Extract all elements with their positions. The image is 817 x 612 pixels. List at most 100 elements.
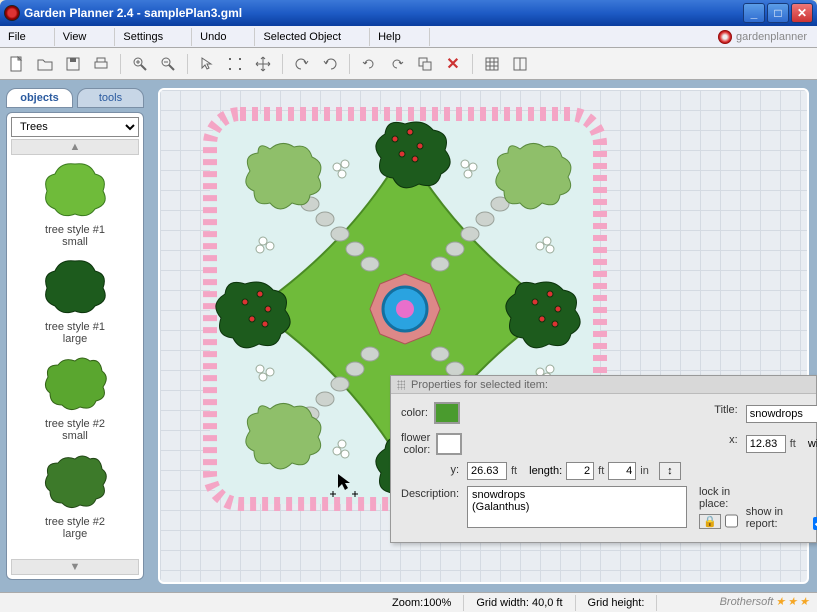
description-label: Description:	[401, 486, 459, 530]
palette-scroll-up[interactable]: ▲	[11, 139, 139, 155]
title-field[interactable]	[746, 405, 817, 423]
print-icon[interactable]	[90, 53, 112, 75]
x-label: x:	[467, 432, 738, 456]
properties-body: Title: color: flower color: x: ft width:…	[391, 394, 816, 538]
toolbar: ✕	[0, 48, 817, 80]
category-select[interactable]: Trees	[11, 117, 139, 137]
item-label: tree style #2 large	[11, 516, 139, 540]
item-label: tree style #1 large	[11, 321, 139, 345]
color-swatch[interactable]	[434, 402, 460, 424]
delete-icon[interactable]: ✕	[442, 53, 464, 75]
app-icon	[4, 5, 20, 21]
width-label: width:	[808, 438, 817, 450]
lock-label: lock in place:	[699, 486, 738, 510]
star-icon: ★	[787, 595, 797, 608]
y-unit: ft	[511, 465, 517, 477]
lock-icon[interactable]: 🔒	[699, 514, 721, 529]
list-item[interactable]: tree style #2 large	[11, 447, 139, 544]
menu-help[interactable]: Help	[370, 28, 430, 46]
flower-color-swatch[interactable]	[436, 433, 462, 455]
menu-view[interactable]: View	[55, 28, 116, 46]
length-ft-field[interactable]	[566, 462, 594, 480]
palette-tabs: objects tools	[6, 88, 144, 108]
list-item[interactable]: tree style #1 large	[11, 252, 139, 349]
length-in-field[interactable]	[608, 462, 636, 480]
menu-undo[interactable]: Undo	[192, 28, 255, 46]
title-bar: Garden Planner 2.4 - samplePlan3.gml _ □…	[0, 0, 817, 26]
select-icon[interactable]	[224, 53, 246, 75]
close-button[interactable]: ✕	[791, 3, 813, 23]
menu-file[interactable]: File	[0, 28, 55, 46]
x-field[interactable]	[746, 435, 786, 453]
item-label: tree style #1 small	[11, 224, 139, 248]
length-label: length:	[529, 465, 562, 477]
toolbar-separator	[282, 54, 283, 74]
y-field[interactable]	[467, 462, 507, 480]
tree-icon	[40, 353, 110, 413]
item-label: tree style #2 small	[11, 418, 139, 442]
palette-items: tree style #1 small tree style #1 large …	[11, 155, 139, 559]
tab-tools[interactable]: tools	[77, 88, 144, 108]
undo-icon[interactable]	[291, 53, 313, 75]
tree-icon	[40, 451, 110, 511]
save-icon[interactable]	[62, 53, 84, 75]
pointer-icon[interactable]	[196, 53, 218, 75]
minimize-button[interactable]: _	[743, 3, 765, 23]
tab-objects[interactable]: objects	[6, 88, 73, 108]
window-title: Garden Planner 2.4 - samplePlan3.gml	[24, 6, 743, 20]
menu-selected-object[interactable]: Selected Object	[255, 28, 370, 46]
grid-settings-icon[interactable]	[509, 53, 531, 75]
star-icon: ★	[775, 595, 785, 608]
brand-label: gardenplanner	[718, 30, 817, 44]
new-file-icon[interactable]	[6, 53, 28, 75]
grid-icon[interactable]	[481, 53, 503, 75]
lock-checkbox[interactable]	[725, 512, 738, 530]
maximize-button[interactable]: □	[767, 3, 789, 23]
y-label: y:	[401, 462, 459, 480]
object-palette: Trees ▲ tree style #1 small tree style #…	[6, 112, 144, 580]
tree-icon	[40, 159, 110, 219]
properties-title: Properties for selected item:	[411, 379, 548, 391]
copy-icon[interactable]	[414, 53, 436, 75]
zoom-in-icon[interactable]	[129, 53, 151, 75]
menu-settings[interactable]: Settings	[115, 28, 192, 46]
properties-header[interactable]: Properties for selected item:	[391, 376, 816, 394]
length-in-unit: in	[640, 465, 649, 477]
swap-button[interactable]: ↕	[659, 462, 681, 480]
toolbar-separator	[120, 54, 121, 74]
toolbar-separator	[349, 54, 350, 74]
redo-icon[interactable]	[319, 53, 341, 75]
rotate-right-icon[interactable]	[386, 53, 408, 75]
palette-scroll-down[interactable]: ▼	[11, 559, 139, 575]
toolbar-separator	[472, 54, 473, 74]
show-report-label: show in report:	[746, 506, 809, 530]
description-field[interactable]: snowdrops (Galanthus)	[467, 486, 687, 528]
rotate-left-icon[interactable]	[358, 53, 380, 75]
grid-width-status: Grid width: 40,0 ft	[464, 595, 575, 611]
grid-height-status: Grid height:	[576, 595, 658, 611]
status-bar: Zoom:100% Grid width: 40,0 ft Grid heigh…	[0, 592, 817, 612]
tree-icon	[40, 256, 110, 316]
star-icon: ★	[799, 595, 809, 608]
toolbar-separator	[187, 54, 188, 74]
properties-panel[interactable]: Properties for selected item: Title: col…	[390, 375, 817, 543]
brand-icon	[718, 30, 732, 44]
zoom-out-icon[interactable]	[157, 53, 179, 75]
window-controls: _ □ ✕	[743, 3, 813, 23]
zoom-status: Zoom:100%	[380, 595, 464, 611]
title-label: Title:	[467, 402, 738, 426]
flower-color-label: flower color:	[401, 432, 430, 456]
grip-icon	[397, 380, 405, 390]
open-file-icon[interactable]	[34, 53, 56, 75]
side-panel: objects tools Trees ▲ tree style #1 smal…	[0, 80, 150, 592]
brand-text: gardenplanner	[736, 31, 807, 43]
list-item[interactable]: tree style #2 small	[11, 349, 139, 446]
show-report-checkbox[interactable]	[813, 517, 817, 530]
watermark: Brothersoft ★ ★ ★	[720, 595, 809, 608]
move-icon[interactable]	[252, 53, 274, 75]
color-label: color:	[401, 407, 428, 419]
list-item[interactable]: tree style #1 small	[11, 155, 139, 252]
length-ft-unit: ft	[598, 465, 604, 477]
menu-bar: File View Settings Undo Selected Object …	[0, 26, 817, 48]
x-unit: ft	[790, 438, 796, 450]
